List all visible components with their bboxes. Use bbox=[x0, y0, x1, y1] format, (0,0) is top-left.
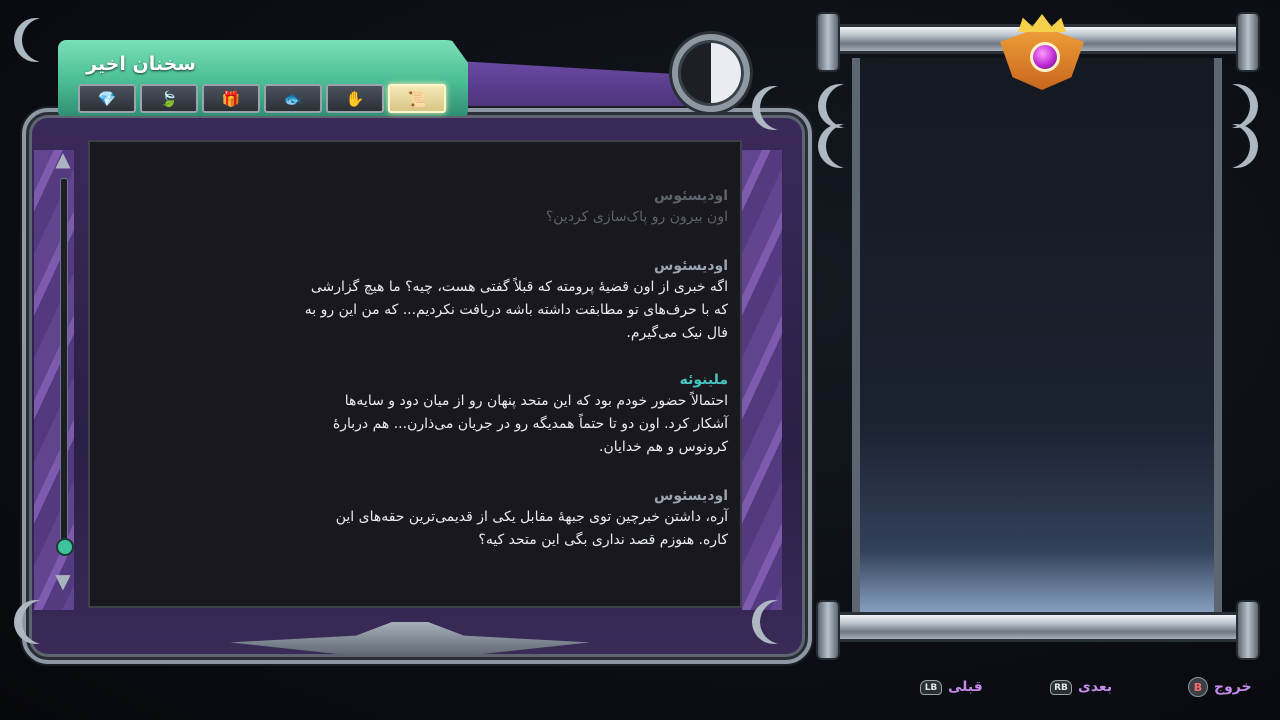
tab-gestures[interactable]: ✋ bbox=[326, 84, 384, 113]
leaf-icon: 🍃 bbox=[159, 89, 179, 108]
rod-cap bbox=[1236, 12, 1260, 72]
tab-gifts[interactable]: 🎁 bbox=[202, 84, 260, 113]
page-title: سخنان اخیر bbox=[86, 53, 196, 75]
rod-cap bbox=[816, 12, 840, 72]
fish-icon: 🐟 bbox=[283, 89, 303, 108]
b-button-icon: B bbox=[1188, 677, 1208, 697]
dialogue-line: احتمالاً حضور خودم بود که این متحد پنهان… bbox=[344, 393, 728, 409]
dialogue-entry: اودیسئوس اگه خبری از اون قضیهٔ پرومته که… bbox=[258, 256, 728, 345]
crescent-moon-icon bbox=[826, 124, 870, 168]
crescent-moon-icon bbox=[22, 600, 66, 644]
dialogue-line: اون بیرون رو پاک‌سازی کردین؟ bbox=[545, 209, 728, 225]
dialogue-line: اگه خبری از اون قضیهٔ پرومته که قبلاً گف… bbox=[310, 279, 728, 295]
scroll-down-arrow-icon[interactable]: ▼ bbox=[50, 568, 76, 594]
crown-icon bbox=[1018, 14, 1066, 32]
scrollbar[interactable] bbox=[60, 178, 68, 552]
crescent-moon-icon bbox=[826, 84, 870, 128]
speaker-name: اودیسئوس bbox=[654, 258, 728, 274]
exit-label: خروج bbox=[1214, 679, 1252, 695]
lb-button-icon: LB bbox=[920, 679, 942, 695]
crescent-moon-icon bbox=[760, 600, 804, 644]
tab-recent-dialogue[interactable]: 📜 bbox=[388, 84, 446, 113]
next-label: بعدی bbox=[1078, 679, 1113, 695]
previous-label: قبلی bbox=[948, 679, 983, 695]
exit-hint[interactable]: خروج B bbox=[1188, 676, 1252, 698]
hand-icon: ✋ bbox=[345, 89, 365, 108]
dialogue-line: آره، داشتن خبرچین توی جبههٔ مقابل یکی از… bbox=[335, 509, 728, 525]
tab-gems[interactable]: 💎 bbox=[78, 84, 136, 113]
dialogue-log[interactable]: اودیسئوس اون بیرون رو پاک‌سازی کردین؟ او… bbox=[88, 140, 742, 608]
dialogue-entry: اودیسئوس آره، داشتن خبرچین توی جبههٔ مقا… bbox=[258, 486, 728, 552]
gem-icon: 💎 bbox=[97, 89, 117, 108]
dialogue-entry: اودیسئوس اون بیرون رو پاک‌سازی کردین؟ bbox=[258, 186, 728, 229]
portrait-scroll-panel bbox=[852, 58, 1222, 618]
dialogue-line: کرونوس و هم خدایان. bbox=[599, 439, 728, 455]
decorative-stripe-right bbox=[742, 150, 782, 610]
dialogue-entry: ملینوئه احتمالاً حضور خودم بود که این مت… bbox=[258, 370, 728, 459]
speaker-name: اودیسئوس bbox=[654, 188, 728, 204]
rank-emblem-icon bbox=[992, 12, 1092, 92]
tab-fish[interactable]: 🐟 bbox=[264, 84, 322, 113]
gift-icon: 🎁 bbox=[221, 89, 241, 108]
dialogue-line: آشکار کرد. اون دو تا حتماً همدیگه رو در … bbox=[332, 416, 728, 432]
scroll-rod-bottom bbox=[818, 612, 1256, 642]
rod-cap bbox=[816, 600, 840, 660]
dialogue-line: که با حرف‌های تو مطابقت داشته باشه دریاف… bbox=[304, 302, 728, 318]
scroll-icon: 📜 bbox=[407, 89, 427, 108]
dialogue-line: فال نیک می‌گیرم. bbox=[626, 325, 728, 341]
moon-phase-icon bbox=[672, 34, 750, 112]
crescent-moon-icon bbox=[1206, 84, 1250, 128]
category-tabs: 💎 🍃 🎁 🐟 ✋ 📜 bbox=[78, 84, 450, 113]
speaker-name: ملینوئه bbox=[679, 372, 728, 388]
crescent-moon-icon bbox=[22, 18, 66, 62]
rb-button-icon: RB bbox=[1050, 679, 1072, 695]
speaker-name: اودیسئوس bbox=[654, 488, 728, 504]
scroll-up-arrow-icon[interactable]: ▲ bbox=[50, 146, 76, 172]
dialogue-line: کاره. هنوزم قصد نداری بگی این متحد کیه؟ bbox=[478, 532, 728, 548]
banner-tail bbox=[440, 60, 710, 106]
tab-plants[interactable]: 🍃 bbox=[140, 84, 198, 113]
crescent-moon-icon bbox=[1206, 124, 1250, 168]
next-hint[interactable]: بعدی RB bbox=[1050, 676, 1112, 698]
previous-hint[interactable]: قبلی LB bbox=[920, 676, 983, 698]
rod-cap bbox=[1236, 600, 1260, 660]
crescent-moon-icon bbox=[760, 86, 804, 130]
gem-icon bbox=[1030, 42, 1060, 72]
scroll-thumb[interactable] bbox=[56, 538, 74, 556]
